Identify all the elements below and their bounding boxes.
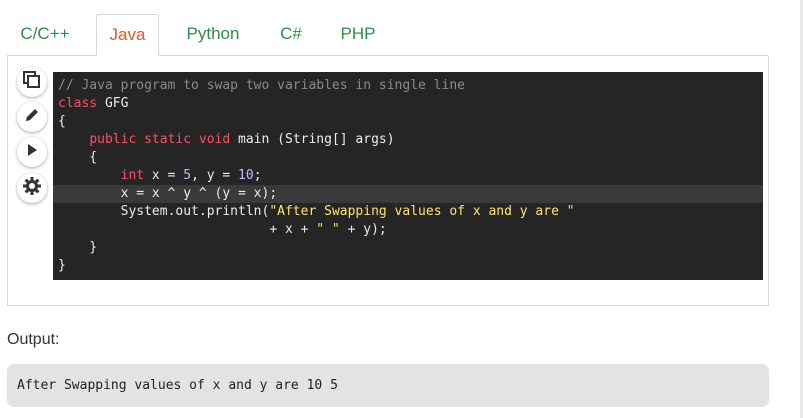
code-line: } — [53, 239, 763, 257]
code-token: + x + — [58, 222, 317, 237]
code-editor[interactable]: // Java program to swap two variables in… — [53, 72, 763, 280]
copy-icon — [22, 70, 42, 95]
code-line: { — [53, 149, 763, 167]
code-line: class GFG — [53, 95, 763, 113]
code-token: x = — [144, 168, 184, 183]
code-line: x = x ^ y ^ (y = x); — [53, 185, 763, 203]
code-token: int — [120, 168, 145, 183]
code-token: GFG — [97, 96, 129, 111]
code-token: 5 — [183, 168, 192, 183]
code-line: + x + " " + y); — [53, 221, 763, 239]
code-token: main (String[] args) — [230, 132, 395, 147]
code-line: System.out.println("After Swapping value… — [53, 203, 763, 221]
code-line: public static void main (String[] args) — [53, 131, 763, 149]
code-line: int x = 5, y = 10; — [53, 167, 763, 185]
code-token: x = x ^ y ^ (y = x); — [58, 186, 278, 201]
code-token: 10 — [238, 168, 254, 183]
run-icon — [24, 142, 40, 163]
settings-button[interactable] — [17, 173, 47, 203]
edit-icon — [23, 106, 41, 129]
code-line: // Java program to swap two variables in… — [53, 77, 763, 95]
code-token: { — [58, 114, 66, 129]
code-token: " " — [316, 222, 340, 237]
tab-php[interactable]: PHP — [332, 14, 384, 56]
code-line: { — [53, 113, 763, 131]
code-token: public static void — [89, 132, 231, 147]
code-token: + y); — [339, 222, 387, 237]
output-label: Output: — [7, 331, 60, 348]
tab-java[interactable]: Java — [96, 14, 159, 56]
tab-c-cpp[interactable]: C/C++ — [10, 14, 80, 56]
code-line: } — [53, 257, 763, 275]
run-button[interactable] — [17, 137, 47, 167]
code-token: System.out.println( — [58, 204, 270, 219]
code-token: // Java program to swap two variables in… — [58, 78, 465, 93]
tab-python[interactable]: Python — [177, 14, 249, 56]
settings-icon — [22, 176, 42, 201]
copy-button[interactable] — [17, 67, 47, 97]
output-console: After Swapping values of x and y are 10 … — [7, 364, 769, 407]
code-token: ; — [253, 168, 262, 183]
code-token: , y = — [191, 168, 239, 183]
language-tabs: C/C++ Java Python C# PHP — [0, 0, 803, 56]
code-token: } — [58, 258, 66, 273]
code-token: { — [58, 150, 98, 165]
code-token: class — [58, 96, 98, 111]
code-token: } — [58, 240, 98, 255]
edit-button[interactable] — [17, 102, 47, 132]
tab-csharp[interactable]: C# — [270, 14, 312, 56]
code-token: "After Swapping values of x and y are " — [269, 204, 575, 219]
